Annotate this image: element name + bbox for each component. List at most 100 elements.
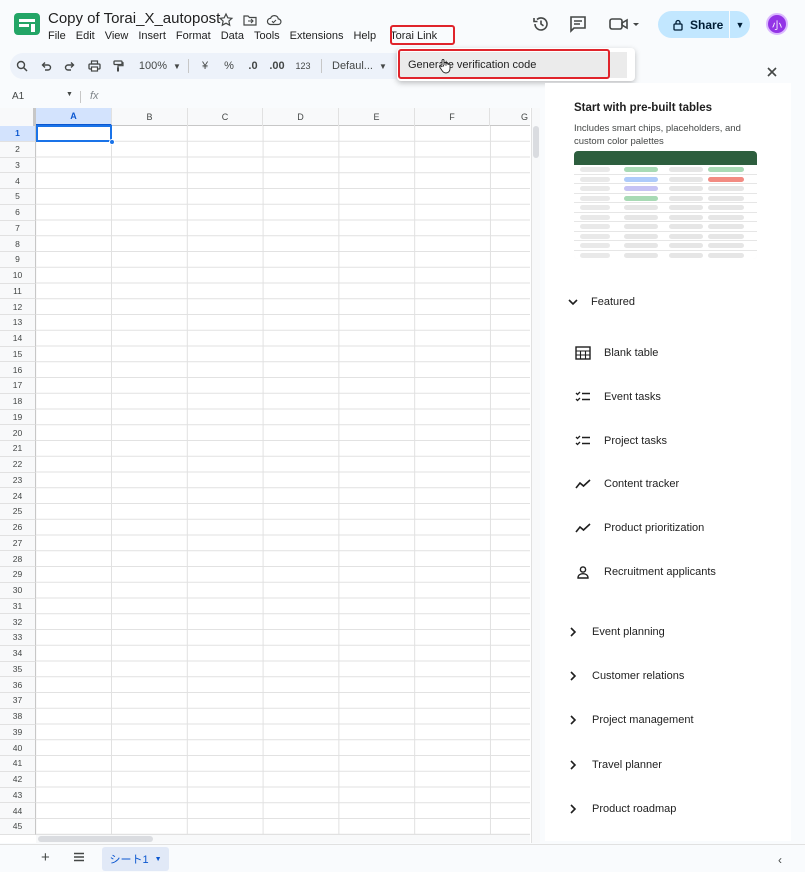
history-icon[interactable] xyxy=(531,14,551,34)
menu-help[interactable]: Help xyxy=(348,30,381,42)
row-header[interactable]: 14 xyxy=(0,330,36,347)
selected-cell-a1[interactable] xyxy=(36,125,112,142)
category-customer-relations[interactable]: Customer relations xyxy=(568,670,684,682)
move-folder-icon[interactable] xyxy=(242,12,258,28)
template-blank-table[interactable]: Blank table xyxy=(574,344,658,362)
row-header[interactable]: 12 xyxy=(0,299,36,315)
column-header-d[interactable]: D xyxy=(263,108,339,126)
increase-decimal-button[interactable]: .00 xyxy=(265,60,289,72)
decrease-decimal-button[interactable]: .0 xyxy=(241,60,265,72)
row-header[interactable]: 20 xyxy=(0,425,36,441)
row-header[interactable]: 22 xyxy=(0,456,36,473)
row-header[interactable]: 8 xyxy=(0,236,36,252)
row-header[interactable]: 5 xyxy=(0,189,36,205)
row-header[interactable]: 33 xyxy=(0,630,36,646)
row-header[interactable]: 39 xyxy=(0,724,36,741)
row-header[interactable]: 44 xyxy=(0,803,36,819)
zoom-dropdown-icon[interactable]: ▼ xyxy=(170,62,184,71)
row-header[interactable]: 34 xyxy=(0,645,36,662)
row-header[interactable]: 15 xyxy=(0,346,36,363)
undo-icon[interactable] xyxy=(34,60,58,72)
share-button[interactable]: Share ▼ xyxy=(658,11,750,38)
row-header[interactable]: 38 xyxy=(0,708,36,725)
vertical-scrollbar[interactable] xyxy=(531,108,540,843)
vertical-scroll-thumb[interactable] xyxy=(533,126,539,158)
font-dropdown-icon[interactable]: ▼ xyxy=(373,62,387,71)
add-sheet-icon[interactable]: + xyxy=(41,849,50,866)
row-header[interactable]: 10 xyxy=(0,267,36,284)
row-header[interactable]: 36 xyxy=(0,677,36,693)
name-box-dropdown-icon[interactable]: ▼ xyxy=(66,91,73,98)
sheet-tab-1[interactable]: シート1 ▼ xyxy=(102,847,169,871)
print-icon[interactable] xyxy=(82,60,106,72)
category-project-management[interactable]: Project management xyxy=(568,714,694,726)
row-header[interactable]: 45 xyxy=(0,819,36,835)
row-header[interactable]: 13 xyxy=(0,315,36,331)
horizontal-scrollbar[interactable] xyxy=(36,834,530,843)
collapse-panel-icon[interactable]: ‹ xyxy=(778,853,782,867)
column-header-c[interactable]: C xyxy=(188,108,263,126)
row-header[interactable]: 17 xyxy=(0,378,36,394)
row-header[interactable]: 40 xyxy=(0,740,36,756)
all-sheets-icon[interactable] xyxy=(72,850,86,864)
row-header[interactable]: 32 xyxy=(0,614,36,630)
comment-icon[interactable] xyxy=(568,14,588,34)
row-header[interactable]: 41 xyxy=(0,756,36,772)
row-header[interactable]: 19 xyxy=(0,409,36,426)
menu-data[interactable]: Data xyxy=(216,30,249,42)
category-travel-planner[interactable]: Travel planner xyxy=(568,759,662,771)
column-header-e[interactable]: E xyxy=(339,108,415,126)
menu-file[interactable]: File xyxy=(48,30,71,42)
row-header[interactable]: 16 xyxy=(0,362,36,378)
menu-tools[interactable]: Tools xyxy=(249,30,285,42)
column-header-a[interactable]: A xyxy=(36,108,112,126)
row-header[interactable]: 23 xyxy=(0,472,36,489)
row-header[interactable]: 28 xyxy=(0,551,36,567)
row-header[interactable]: 18 xyxy=(0,393,36,410)
percent-format-button[interactable]: % xyxy=(217,60,241,72)
more-formats-button[interactable]: 123 xyxy=(289,61,317,71)
column-header-f[interactable]: F xyxy=(415,108,490,126)
column-header-b[interactable]: B xyxy=(112,108,188,126)
row-header[interactable]: 7 xyxy=(0,220,36,237)
row-header[interactable]: 31 xyxy=(0,598,36,615)
menu-view[interactable]: View xyxy=(100,30,134,42)
search-menus-icon[interactable] xyxy=(10,60,34,72)
template-product-prioritization[interactable]: Product prioritization xyxy=(574,519,704,537)
row-header[interactable]: 35 xyxy=(0,661,36,678)
paint-format-icon[interactable] xyxy=(106,60,130,72)
spreadsheet-grid[interactable]: A B C D E F G 1 2 3 4 5 6 7 8 9 10 11 12 13 14 15 16 17 1… xyxy=(0,108,540,843)
star-icon[interactable] xyxy=(218,12,234,28)
column-header-g[interactable]: G xyxy=(490,108,530,126)
row-header[interactable]: 42 xyxy=(0,771,36,788)
row-header[interactable]: 4 xyxy=(0,173,36,189)
row-header[interactable]: 9 xyxy=(0,252,36,268)
redo-icon[interactable] xyxy=(58,60,82,72)
row-header[interactable]: 30 xyxy=(0,582,36,599)
row-header[interactable]: 37 xyxy=(0,693,36,709)
menu-edit[interactable]: Edit xyxy=(71,30,100,42)
row-header[interactable]: 26 xyxy=(0,519,36,536)
row-header[interactable]: 24 xyxy=(0,488,36,504)
row-header[interactable]: 27 xyxy=(0,535,36,552)
fill-handle[interactable] xyxy=(109,139,115,145)
menu-insert[interactable]: Insert xyxy=(133,30,171,42)
row-header[interactable]: 3 xyxy=(0,157,36,174)
row-header[interactable]: 43 xyxy=(0,787,36,804)
select-all-corner[interactable] xyxy=(0,108,36,126)
share-dropdown-arrow-icon[interactable]: ▼ xyxy=(730,20,750,30)
category-event-planning[interactable]: Event planning xyxy=(568,626,665,638)
row-header[interactable]: 11 xyxy=(0,283,36,300)
zoom-value[interactable]: 100% xyxy=(130,60,170,72)
name-box[interactable]: A1 xyxy=(12,91,24,102)
template-project-tasks[interactable]: Project tasks xyxy=(574,432,667,450)
template-event-tasks[interactable]: Event tasks xyxy=(574,388,661,406)
horizontal-scroll-thumb[interactable] xyxy=(38,836,153,842)
close-panel-icon[interactable] xyxy=(765,65,779,79)
cell-area[interactable] xyxy=(36,126,530,835)
menu-format[interactable]: Format xyxy=(171,30,216,42)
sheets-logo-icon[interactable] xyxy=(14,13,40,35)
template-recruitment-applicants[interactable]: Recruitment applicants xyxy=(574,563,716,581)
category-product-roadmap[interactable]: Product roadmap xyxy=(568,803,676,815)
cloud-saved-icon[interactable] xyxy=(266,12,282,28)
